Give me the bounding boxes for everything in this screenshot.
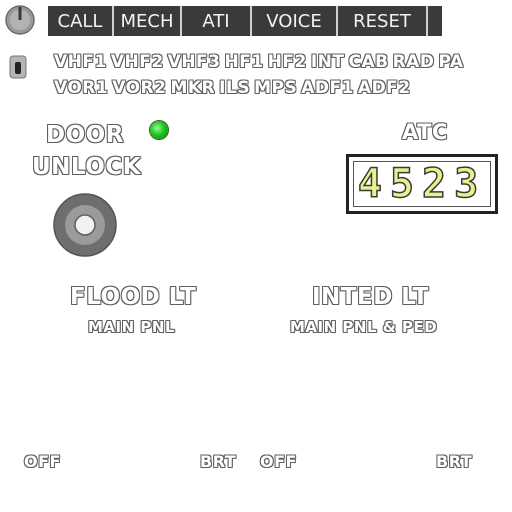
comm-vhf1[interactable]: VHF1 <box>54 52 107 72</box>
comm-adf1[interactable]: ADF1 <box>301 78 354 98</box>
inted-lt-off-label: OFF <box>260 452 297 471</box>
comm-vhf3[interactable]: VHF3 <box>168 52 221 72</box>
atc-display[interactable]: 4523 <box>346 154 498 214</box>
comm-rad[interactable]: RAD <box>393 52 435 72</box>
comm-vor1[interactable]: VOR1 <box>54 78 108 98</box>
comm-cab[interactable]: CAB <box>348 52 388 72</box>
call-button[interactable]: CALL <box>48 6 114 36</box>
inted-lt-subtitle: MAIN PNL & PED <box>290 318 438 336</box>
comm-select-row-1: VHF1 VHF2 VHF3 HF1 HF2 INT CAB RAD PA <box>54 52 468 72</box>
comm-hf1[interactable]: HF1 <box>224 52 263 72</box>
door-unlock-label-line2: UNLOCK <box>32 154 142 180</box>
atc-label: ATC <box>402 120 448 144</box>
comm-mkr[interactable]: MKR <box>170 78 215 98</box>
inted-lt-title: INTED LT <box>312 284 429 310</box>
top-button-bar: CALL MECH ATI VOICE RESET <box>48 6 442 36</box>
toggle-switch-icon[interactable] <box>8 52 28 80</box>
flood-lt-off-label: OFF <box>24 452 61 471</box>
reset-button[interactable]: RESET <box>338 6 428 36</box>
comm-adf2[interactable]: ADF2 <box>358 78 411 98</box>
comm-vhf2[interactable]: VHF2 <box>111 52 164 72</box>
comm-pa[interactable]: PA <box>438 52 463 72</box>
top-bar-spacer <box>428 6 442 36</box>
flood-lt-brt-label: BRT <box>200 452 237 471</box>
inted-lt-brt-label: BRT <box>436 452 473 471</box>
voice-button[interactable]: VOICE <box>252 6 338 36</box>
comm-select-row-2: VOR1 VOR2 MKR ILS MPS ADF1 ADF2 <box>54 78 415 98</box>
flood-lt-title: FLOOD LT <box>70 284 197 310</box>
flood-lt-subtitle: MAIN PNL <box>88 318 175 336</box>
atc-display-window: 4523 <box>353 160 491 208</box>
volume-knob-icon[interactable] <box>4 4 36 36</box>
door-unlock-indicator-light <box>150 121 168 139</box>
comm-vor2[interactable]: VOR2 <box>112 78 166 98</box>
comm-ils[interactable]: ILS <box>219 78 250 98</box>
comm-mps[interactable]: MPS <box>254 78 297 98</box>
atc-squawk-code: 4523 <box>357 160 487 208</box>
door-unlock-label-line1: DOOR <box>46 122 124 148</box>
comm-int[interactable]: INT <box>311 52 345 72</box>
ati-button[interactable]: ATI <box>182 6 252 36</box>
door-unlock-knob-icon[interactable] <box>52 192 118 258</box>
mech-button[interactable]: MECH <box>114 6 182 36</box>
comm-hf2[interactable]: HF2 <box>268 52 307 72</box>
